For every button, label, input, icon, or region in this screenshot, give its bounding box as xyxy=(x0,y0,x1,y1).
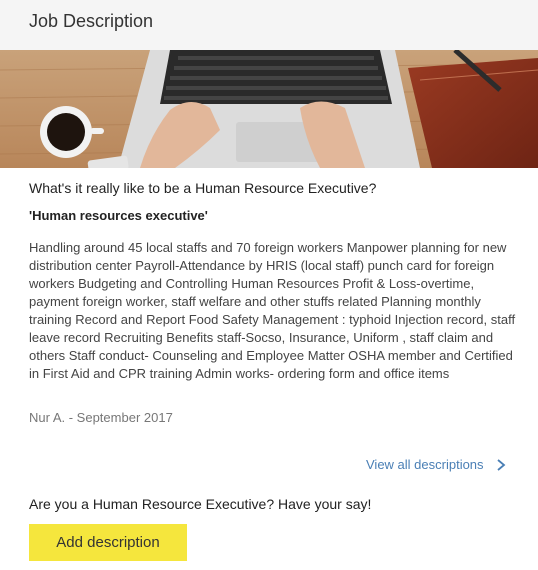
view-all-descriptions-link[interactable]: View all descriptions xyxy=(366,457,507,472)
question-text: What's it really like to be a Human Reso… xyxy=(29,180,377,196)
add-description-button[interactable]: Add description xyxy=(29,524,187,561)
view-all-label: View all descriptions xyxy=(366,457,484,472)
hero-image xyxy=(0,50,538,168)
page-title: Job Description xyxy=(29,11,154,31)
job-description-text: Handling around 45 local staffs and 70 f… xyxy=(29,240,516,381)
chevron-right-icon xyxy=(496,458,505,471)
page-header: Job Description xyxy=(0,0,538,50)
cta-prompt: Are you a Human Resource Executive? Have… xyxy=(29,496,372,512)
job-title: 'Human resources executive' xyxy=(29,208,208,223)
author-date: Nur A. - September 2017 xyxy=(29,410,173,425)
